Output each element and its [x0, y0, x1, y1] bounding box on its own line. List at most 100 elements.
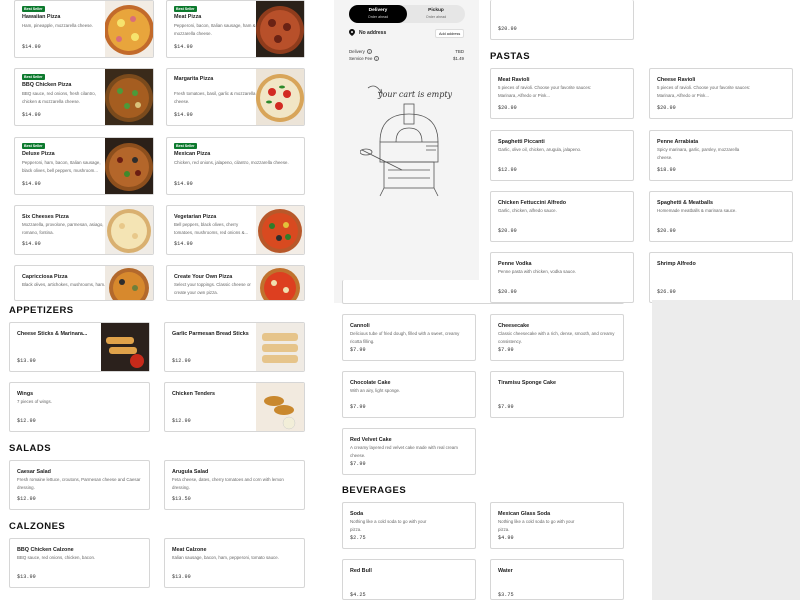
info-icon: i	[367, 49, 372, 54]
menu-item-card[interactable]: Meat Calzone Italian sausage, bacon, ham…	[164, 538, 305, 588]
item-price: $20.99	[498, 289, 517, 295]
item-price: $13.99	[17, 358, 36, 364]
section-heading: PASTAS	[490, 51, 531, 62]
menu-item-card[interactable]: Best Seller Hawaiian Pizza Ham, pineappl…	[14, 0, 154, 58]
item-price: $20.99	[498, 26, 517, 32]
menu-item-card[interactable]: Cannoli Delicious tube of fried dough, f…	[342, 314, 476, 361]
menu-item-card[interactable]: Chicken Tenders $12.99	[164, 382, 305, 432]
item-name: Capricciosa Pizza	[22, 274, 68, 280]
pizza-image	[256, 69, 304, 125]
menu-item-card[interactable]: Best Seller Meat Pizza Pepperoni, bacon,…	[166, 0, 305, 58]
pickup-tab-label[interactable]: Pickup	[407, 8, 465, 13]
menu-item-card[interactable]: BBQ Chicken Calzone BBQ sauce, red onion…	[9, 538, 150, 588]
menu-item-card[interactable]: Mexican Glass Soda Nothing like a cold s…	[490, 502, 624, 549]
menu-item-card[interactable]: Cheese Sticks & Marinara... $13.99	[9, 322, 150, 372]
menu-item-card[interactable]: Red Velvet Cake A creamy layered red vel…	[342, 428, 476, 475]
delivery-tab-sub: Order ahead	[367, 15, 389, 19]
menu-item-card[interactable]: Best Seller Deluxe Pizza Pepperoni, ham,…	[14, 137, 154, 195]
delivery-address: No address	[359, 30, 387, 36]
menu-item-card[interactable]: Meat Ravioli 5 pieces of ravioli. Choose…	[490, 68, 634, 119]
menu-item-card[interactable]: Best Seller Mexican Pizza Chicken, red o…	[166, 137, 305, 195]
menu-item-card[interactable]: Six Cheeses Pizza Mozzarella, provolone,…	[14, 205, 154, 255]
item-name: Vegetarian Pizza	[174, 214, 217, 220]
item-description: Chicken, red onions, jalapeno, cilantro,…	[174, 160, 289, 165]
best-seller-badge: Best Seller	[22, 6, 45, 12]
best-seller-badge: Best Seller	[174, 6, 197, 12]
item-name: Tiramisu Sponge Cake	[498, 380, 557, 386]
menu-item-card[interactable]: Create Your Own Pizza Select your toppin…	[166, 265, 305, 301]
pizza-image	[105, 206, 153, 254]
item-price: $13.99	[17, 574, 36, 580]
item-price: $14.99	[22, 44, 41, 50]
order-type-toggle[interactable]: Delivery Order ahead Pickup Order ahead	[349, 5, 465, 23]
info-icon: i	[374, 56, 379, 61]
menu-item-card[interactable]: Penne Vodka Penne pasta with chicken, vo…	[490, 252, 634, 303]
item-price: $4.25	[350, 592, 366, 598]
item-price: $7.99	[498, 347, 514, 353]
menu-item-card[interactable]: Margarita Pizza Fresh tomatoes, basil, g…	[166, 68, 305, 126]
menu-item-card[interactable]: Wings 7 pieces of wings. $12.99	[9, 382, 150, 432]
section-heading: APPETIZERS	[9, 305, 74, 316]
item-name: Arugula Salad	[172, 469, 209, 475]
item-price: $14.99	[174, 44, 193, 50]
section-heading: SALADS	[9, 443, 52, 454]
menu-item-card[interactable]: Spaghetti & Meatballs Homemade meatballs…	[649, 191, 793, 242]
menu-item-card[interactable]: Spaghetti Piccanti Garlic, olive oil, ch…	[490, 130, 634, 181]
item-name: Hawaiian Pizza	[22, 14, 61, 20]
menu-item-card[interactable]: Chocolate Cake With an airy, light spong…	[342, 371, 476, 418]
item-name: Deluxe Pizza	[22, 151, 55, 157]
menu-item-card[interactable]: Capricciosa Pizza Black olives, artichok…	[14, 265, 154, 301]
pizza-image	[105, 266, 153, 300]
menu-item-card[interactable]: Cheese Ravioli 5 pieces of ravioli. Choo…	[649, 68, 793, 119]
appetizer-image	[101, 323, 149, 371]
item-description: A creamy layered red velvet cake made wi…	[350, 445, 458, 458]
pizza-image	[105, 138, 153, 194]
item-description: Bell peppers, black olives, cherry tomat…	[174, 222, 249, 235]
item-description: 5 pieces of ravioli. Choose your favorit…	[657, 85, 751, 98]
pizza-image	[105, 69, 153, 125]
item-name: Margarita Pizza	[174, 76, 214, 82]
menu-item-card[interactable]: Shrimp Alfredo $26.99	[649, 252, 793, 303]
menu-item-card[interactable]: Garlic Parmesan Bread Sticks $12.99	[164, 322, 305, 372]
item-name: Red Velvet Cake	[350, 437, 392, 443]
item-name: Spaghetti & Meatballs	[657, 200, 714, 206]
section-heading: CALZONES	[9, 521, 66, 532]
item-price: $14.99	[22, 112, 41, 118]
item-name: Chocolate Cake	[350, 380, 391, 386]
pizza-oven-illustration	[359, 80, 460, 210]
background-panel	[652, 300, 800, 600]
menu-item-card[interactable]: Water $3.75	[490, 559, 624, 600]
delivery-fee-value: TBD	[455, 49, 464, 54]
menu-item-card[interactable]: Best Seller BBQ Chicken Pizza BBQ sauce,…	[14, 68, 154, 126]
service-fee-value: $1.49	[453, 56, 464, 61]
item-description: BBQ sauce, red onions, fresh cilantro, c…	[22, 91, 96, 104]
item-description: Delicious tube of fried dough, filled wi…	[350, 331, 460, 344]
item-price: $12.99	[172, 418, 191, 424]
item-price: $2.75	[350, 535, 366, 541]
menu-item-card[interactable]: $20.99	[490, 0, 634, 40]
menu-item-card[interactable]: Soda Nothing like a cold soda to go with…	[342, 502, 476, 549]
pizza-image	[105, 1, 153, 57]
menu-item-card[interactable]: Vegetarian Pizza Bell peppers, black oli…	[166, 205, 305, 255]
item-description: Italian sausage, bacon, ham, pepperoni, …	[172, 555, 279, 560]
item-name: Meat Calzone	[172, 547, 207, 553]
add-address-button[interactable]: Add address	[435, 29, 465, 38]
item-price: $14.99	[174, 241, 193, 247]
menu-item-card[interactable]: Cheesecake Classic cheesecake with a ric…	[490, 314, 624, 361]
menu-item-card[interactable]: Red Bull $4.25	[342, 559, 476, 600]
delivery-tab[interactable]: Delivery Order ahead	[349, 5, 407, 23]
item-price: $12.99	[498, 167, 517, 173]
menu-item-card[interactable]: Tiramisu Sponge Cake $7.99	[490, 371, 624, 418]
item-price: $18.99	[657, 167, 676, 173]
item-name: Penne Vodka	[498, 261, 532, 267]
appetizer-image	[256, 383, 304, 431]
item-description: With an airy, light sponge.	[350, 388, 401, 393]
menu-item-card[interactable]: Caesar Salad Fresh romaine lettuce, crou…	[9, 460, 150, 510]
item-name: Spaghetti Piccanti	[498, 139, 545, 145]
menu-item-card[interactable]: Arugula Salad Feta cheese, dates, cherry…	[164, 460, 305, 510]
item-name: BBQ Chicken Pizza	[22, 82, 72, 88]
item-description: Spicy marinara, garlic, parsley, mozzare…	[657, 147, 740, 160]
best-seller-badge: Best Seller	[22, 143, 45, 149]
menu-item-card[interactable]: Chicken Fettuccini Alfredo Garlic, chick…	[490, 191, 634, 242]
menu-item-card[interactable]: Penne Arrabiata Spicy marinara, garlic, …	[649, 130, 793, 181]
